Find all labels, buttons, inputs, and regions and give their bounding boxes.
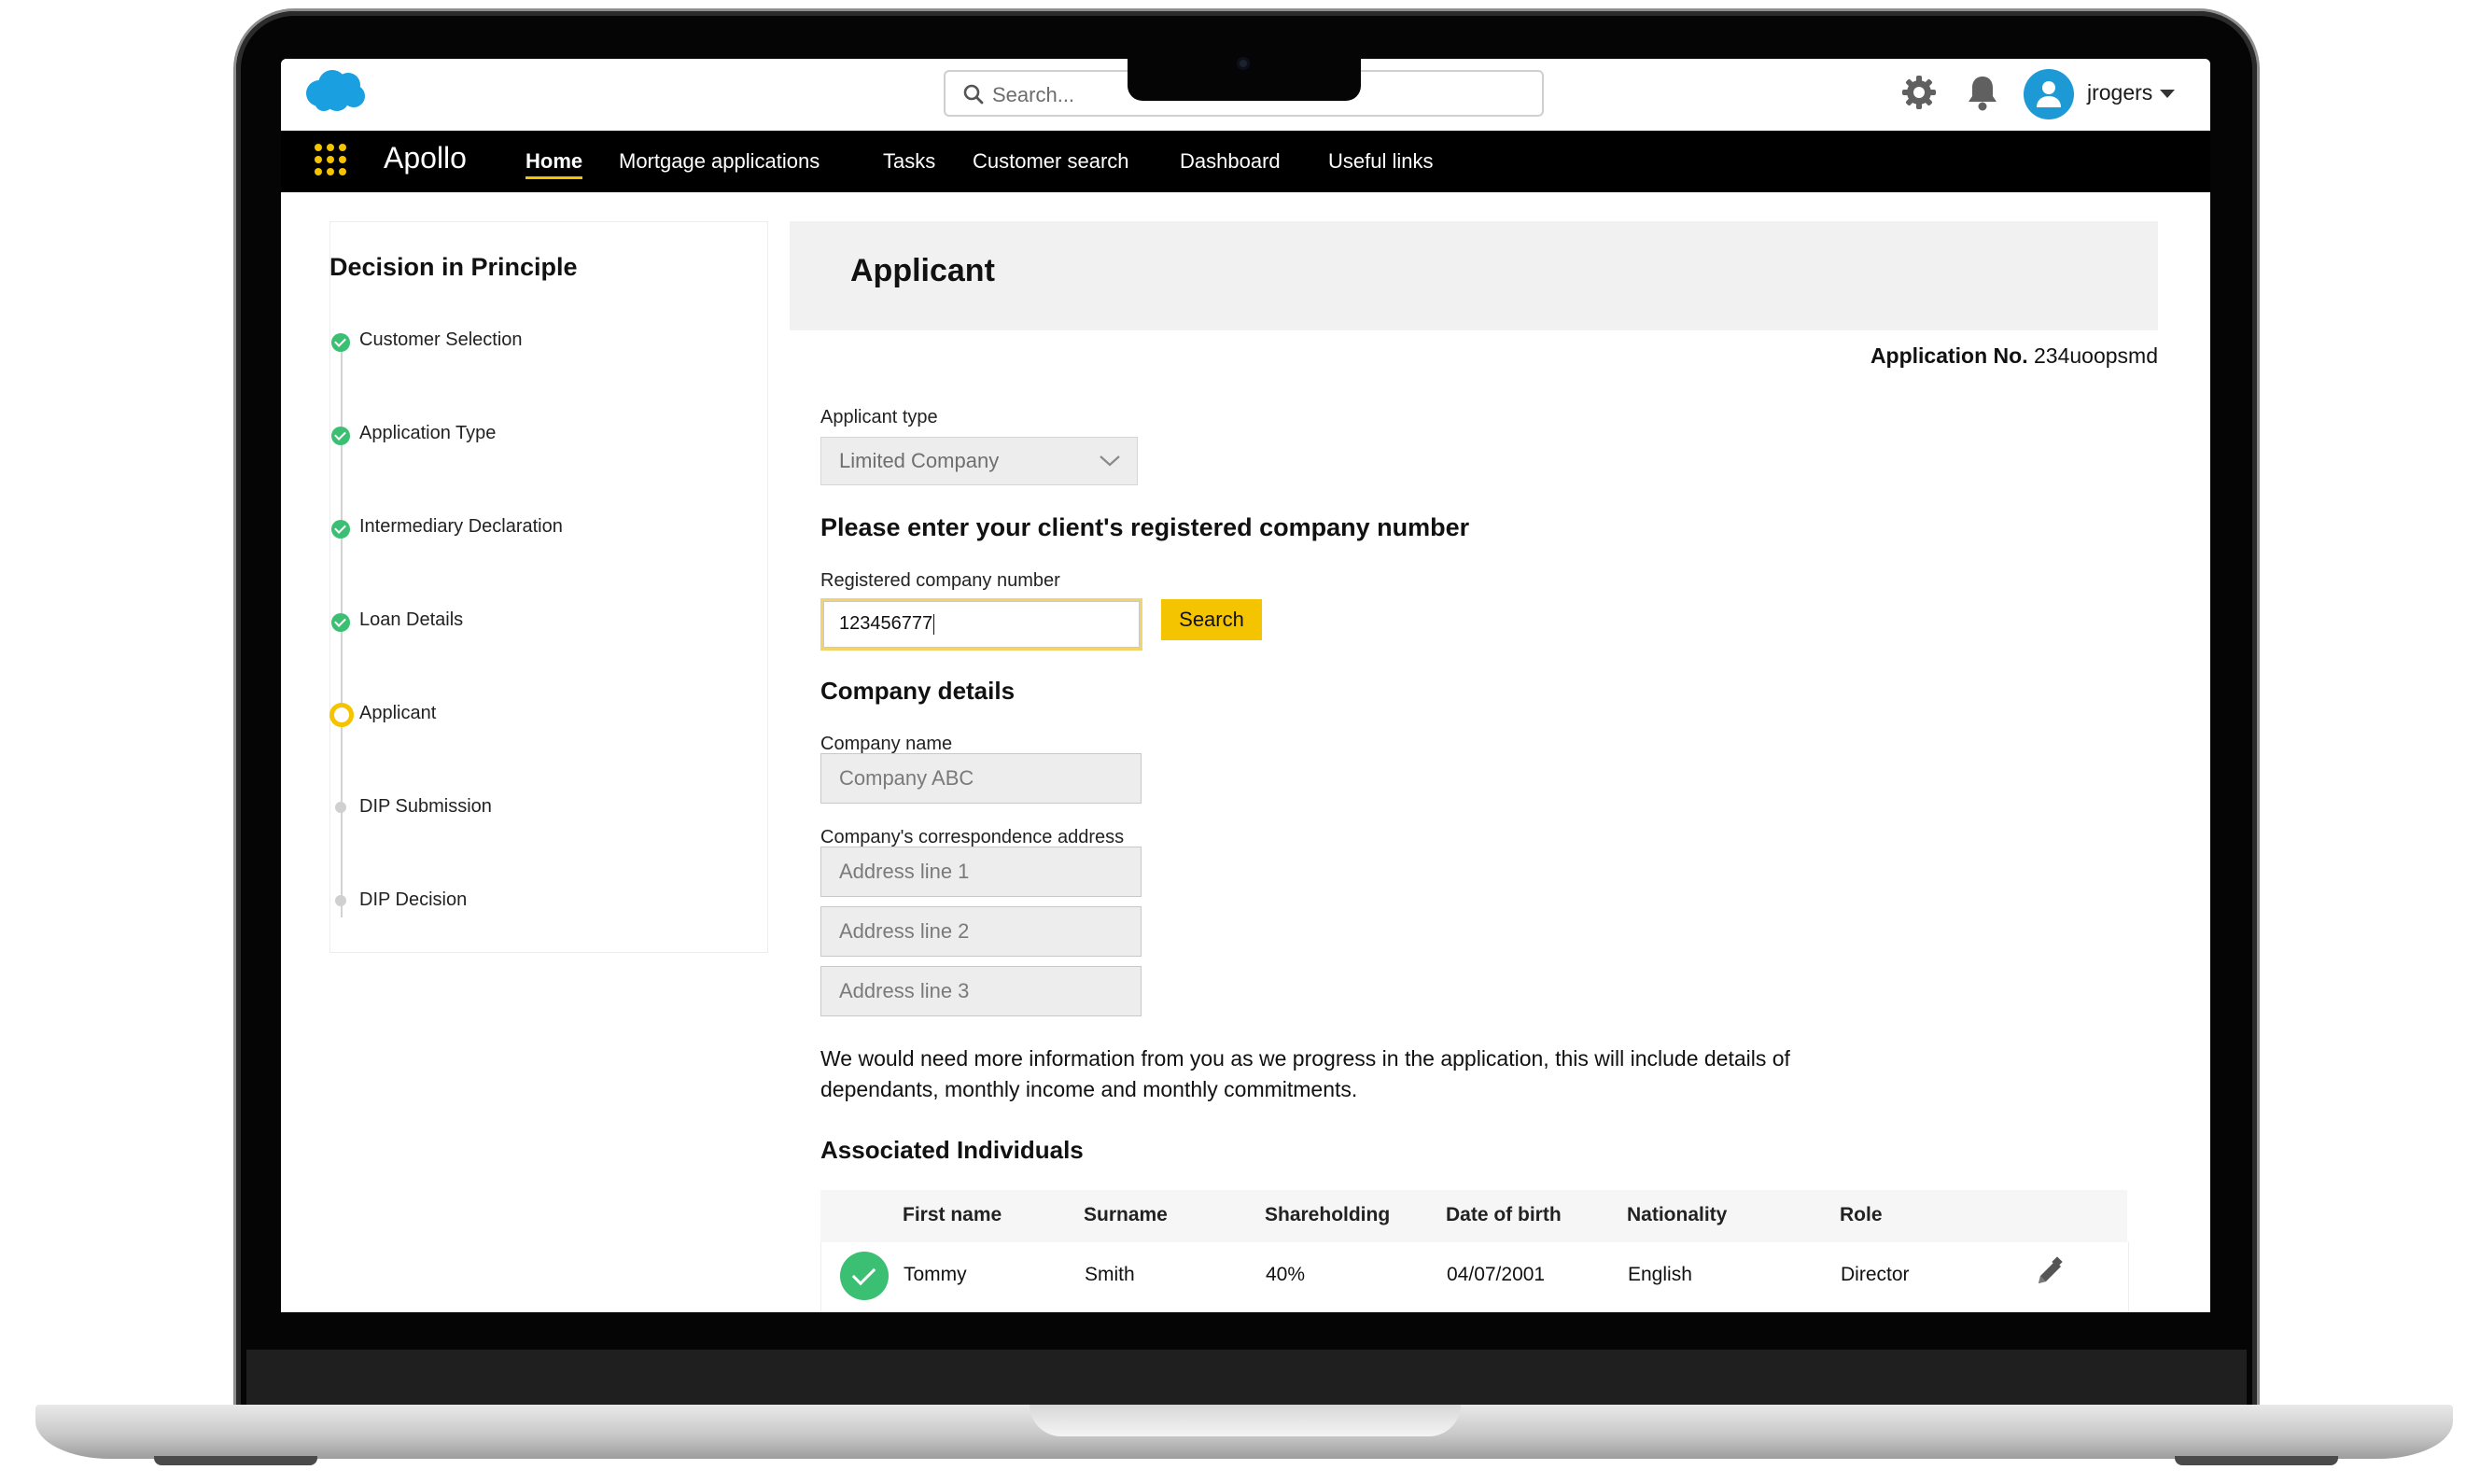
- user-avatar-icon[interactable]: [2024, 69, 2074, 119]
- applicant-type-label: Applicant type: [820, 407, 938, 427]
- screen: Search... jrogers Apollo Home Mortgage a…: [281, 59, 2210, 1312]
- laptop-foot-left: [154, 1456, 317, 1465]
- nav-item-dashboard[interactable]: Dashboard: [1180, 149, 1281, 174]
- laptop-opening-notch: [1030, 1405, 1461, 1436]
- company-details-heading: Company details: [820, 677, 1016, 705]
- page-header: Applicant: [790, 221, 2158, 330]
- laptop-chin: [246, 1350, 2247, 1411]
- column-header-role: Role: [1840, 1204, 1883, 1225]
- check-circle-icon: [331, 520, 350, 539]
- application-number-label: Application No.: [1870, 343, 2028, 368]
- pending-step-icon: [335, 895, 346, 906]
- step-label: Intermediary Declaration: [359, 516, 563, 537]
- company-number-heading: Please enter your client's registered co…: [820, 513, 1470, 541]
- pending-step-icon: [335, 802, 346, 813]
- column-header-shareholding: Shareholding: [1265, 1204, 1391, 1225]
- address-line-3-placeholder: Address line 3: [839, 979, 970, 1002]
- company-number-label: Registered company number: [820, 570, 1060, 591]
- progress-title: Decision in Principle: [329, 253, 578, 281]
- username-label[interactable]: jrogers: [2087, 80, 2152, 105]
- company-name-placeholder: Company ABC: [839, 766, 974, 790]
- cell-date-of-birth: 04/07/2001: [1447, 1264, 1546, 1285]
- salesforce-cloud-logo[interactable]: [303, 68, 367, 118]
- address-label: Company's correspondence address: [820, 827, 1125, 847]
- applicant-type-select[interactable]: Limited Company: [820, 437, 1138, 485]
- application-number-value: 234uoopsmd: [2034, 343, 2158, 368]
- nav-item-home[interactable]: Home: [525, 149, 583, 179]
- column-header-first-name: First name: [903, 1204, 1002, 1225]
- application-number: Application No. 234uoopsmd: [1871, 343, 2158, 369]
- company-number-value: 123456777: [839, 613, 933, 634]
- nav-item-customer-search[interactable]: Customer search: [973, 149, 1129, 174]
- applicant-type-value: Limited Company: [839, 449, 1000, 472]
- column-header-surname: Surname: [1084, 1204, 1168, 1225]
- cell-shareholding: 40%: [1266, 1264, 1306, 1285]
- column-header-date-of-birth: Date of birth: [1446, 1204, 1562, 1225]
- step-label: Applicant: [359, 703, 437, 723]
- step-label: Customer Selection: [359, 329, 523, 350]
- laptop-foot-right: [2175, 1456, 2338, 1465]
- company-name-field[interactable]: Company ABC: [820, 753, 1142, 804]
- nav-item-useful-links[interactable]: Useful links: [1328, 149, 1433, 174]
- associated-individuals-heading: Associated Individuals: [820, 1136, 1084, 1164]
- page-title: Applicant: [850, 253, 995, 288]
- check-circle-icon: [331, 613, 350, 632]
- step-label: DIP Submission: [359, 796, 492, 817]
- check-circle-icon: [331, 333, 350, 352]
- edit-pencil-icon[interactable]: [2033, 1255, 2067, 1294]
- address-line-1-placeholder: Address line 1: [839, 860, 970, 883]
- nav-item-tasks[interactable]: Tasks: [883, 149, 935, 174]
- address-line-1-field[interactable]: Address line 1: [820, 847, 1142, 897]
- search-icon: [962, 83, 985, 110]
- app-launcher-icon[interactable]: [315, 144, 350, 179]
- check-circle-icon: [331, 427, 350, 445]
- cell-surname: Smith: [1085, 1264, 1135, 1285]
- gear-icon[interactable]: [1900, 74, 1938, 116]
- step-label: DIP Decision: [359, 889, 468, 910]
- chevron-down-icon: [1098, 451, 1122, 474]
- company-name-label: Company name: [820, 734, 953, 754]
- address-line-2-placeholder: Address line 2: [839, 919, 970, 943]
- column-header-nationality: Nationality: [1627, 1204, 1728, 1225]
- table-header: First name Surname Shareholding Date of …: [820, 1190, 2127, 1242]
- step-label: Loan Details: [359, 609, 464, 630]
- bell-icon[interactable]: [1964, 73, 2001, 117]
- verified-check-icon: [840, 1252, 889, 1300]
- company-number-input[interactable]: 123456777: [820, 598, 1142, 651]
- step-label: Application Type: [359, 423, 497, 443]
- nav-item-mortgage-applications[interactable]: Mortgage applications: [619, 149, 820, 174]
- cell-first-name: Tommy: [904, 1264, 967, 1285]
- text-cursor: [933, 613, 935, 635]
- camera-lens: [1237, 57, 1250, 70]
- app-nav-bar: Apollo Home Mortgage applications Tasks …: [281, 131, 2210, 192]
- table-row[interactable]: Tommy Smith 40% 04/07/2001 English Direc…: [820, 1242, 2129, 1312]
- cell-nationality: English: [1628, 1264, 1692, 1285]
- cell-role: Director: [1841, 1264, 1910, 1285]
- search-placeholder: Search...: [992, 83, 1075, 106]
- search-button[interactable]: Search: [1161, 599, 1262, 640]
- current-step-icon: [329, 703, 354, 727]
- app-name: Apollo: [384, 141, 467, 175]
- info-text: We would need more information from you …: [820, 1046, 1790, 1101]
- caret-down-icon[interactable]: [2160, 90, 2175, 98]
- associated-individuals-table: First name Surname Shareholding Date of …: [820, 1190, 2129, 1312]
- address-line-2-field[interactable]: Address line 2: [820, 906, 1142, 957]
- address-line-3-field[interactable]: Address line 3: [820, 966, 1142, 1016]
